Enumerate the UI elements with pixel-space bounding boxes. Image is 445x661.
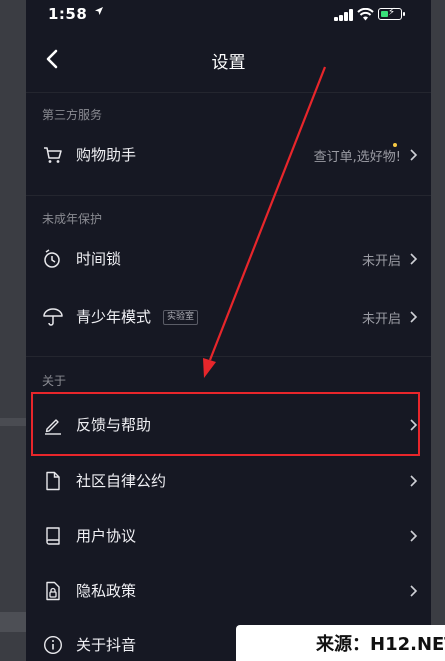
section-label-minor-protection: 未成年保护 bbox=[42, 212, 103, 226]
background-left bbox=[0, 0, 26, 661]
divider bbox=[26, 356, 431, 357]
nav-bar: 设置 bbox=[26, 40, 431, 80]
chevron-right-icon bbox=[410, 253, 418, 265]
battery-fill bbox=[380, 10, 388, 17]
settings-item-label: 隐私政策 bbox=[76, 582, 137, 600]
settings-item-label: 购物助手 bbox=[76, 146, 137, 164]
location-arrow-icon bbox=[95, 7, 103, 15]
settings-item-community-guidelines[interactable]: 社区自律公约 bbox=[26, 454, 431, 508]
shopping-cart-icon bbox=[44, 147, 62, 163]
chevron-right-icon bbox=[410, 475, 418, 487]
chevron-right-icon bbox=[410, 149, 418, 161]
status-time: 1:58 bbox=[48, 5, 88, 23]
document-icon bbox=[46, 471, 60, 491]
book-icon bbox=[46, 527, 60, 545]
watermark-text: 来源：H12.NET bbox=[316, 634, 445, 655]
settings-item-teen-mode[interactable]: 青少年模式 实验室 未开启 bbox=[26, 290, 431, 344]
chevron-right-icon bbox=[410, 585, 418, 597]
settings-item-shopping-assistant[interactable]: 购物助手 查订单,选好物! bbox=[26, 128, 431, 182]
charging-bolt-icon: ⚡ bbox=[388, 7, 396, 18]
settings-item-value: 未开启 bbox=[361, 254, 401, 269]
settings-item-label: 时间锁 bbox=[76, 250, 122, 268]
settings-item-label: 用户协议 bbox=[76, 527, 137, 545]
chevron-right-icon bbox=[410, 311, 418, 323]
lab-badge: 实验室 bbox=[163, 310, 199, 325]
time-lock-icon bbox=[44, 249, 60, 268]
settings-item-time-lock[interactable]: 时间锁 未开启 bbox=[26, 232, 431, 286]
umbrella-icon bbox=[43, 308, 63, 326]
page-title: 设置 bbox=[211, 53, 246, 73]
battery-icon: ⚡ bbox=[378, 7, 405, 20]
section-label-third-party: 第三方服务 bbox=[42, 108, 103, 122]
chevron-right-icon bbox=[410, 530, 418, 542]
settings-item-value: 查订单,选好物! bbox=[313, 150, 401, 165]
privacy-document-icon bbox=[46, 581, 60, 601]
divider bbox=[26, 195, 431, 196]
status-bar: 1:58 ⚡ bbox=[26, 0, 431, 30]
settings-screen: 1:58 ⚡ 设置 第三方服务 购物助手 查订单,选好物! 未成年保护 时间锁 … bbox=[26, 0, 431, 661]
notification-dot bbox=[393, 143, 397, 147]
settings-item-privacy-policy[interactable]: 隐私政策 bbox=[26, 564, 431, 618]
settings-item-user-agreement[interactable]: 用户协议 bbox=[26, 509, 431, 563]
background-band bbox=[0, 612, 26, 632]
signal-icon bbox=[334, 9, 354, 21]
background-band bbox=[0, 418, 26, 426]
wifi-icon bbox=[357, 8, 374, 21]
settings-item-label: 关于抖音 bbox=[76, 636, 137, 654]
background-right bbox=[431, 0, 445, 661]
settings-item-label: 社区自律公约 bbox=[76, 472, 167, 490]
divider bbox=[26, 92, 431, 93]
settings-item-label: 青少年模式 bbox=[76, 308, 152, 326]
info-icon bbox=[43, 635, 63, 655]
settings-item-value: 未开启 bbox=[361, 312, 401, 327]
highlight-box bbox=[31, 392, 420, 456]
section-label-about: 关于 bbox=[42, 374, 67, 388]
watermark: 来源：H12.NET bbox=[236, 625, 445, 661]
